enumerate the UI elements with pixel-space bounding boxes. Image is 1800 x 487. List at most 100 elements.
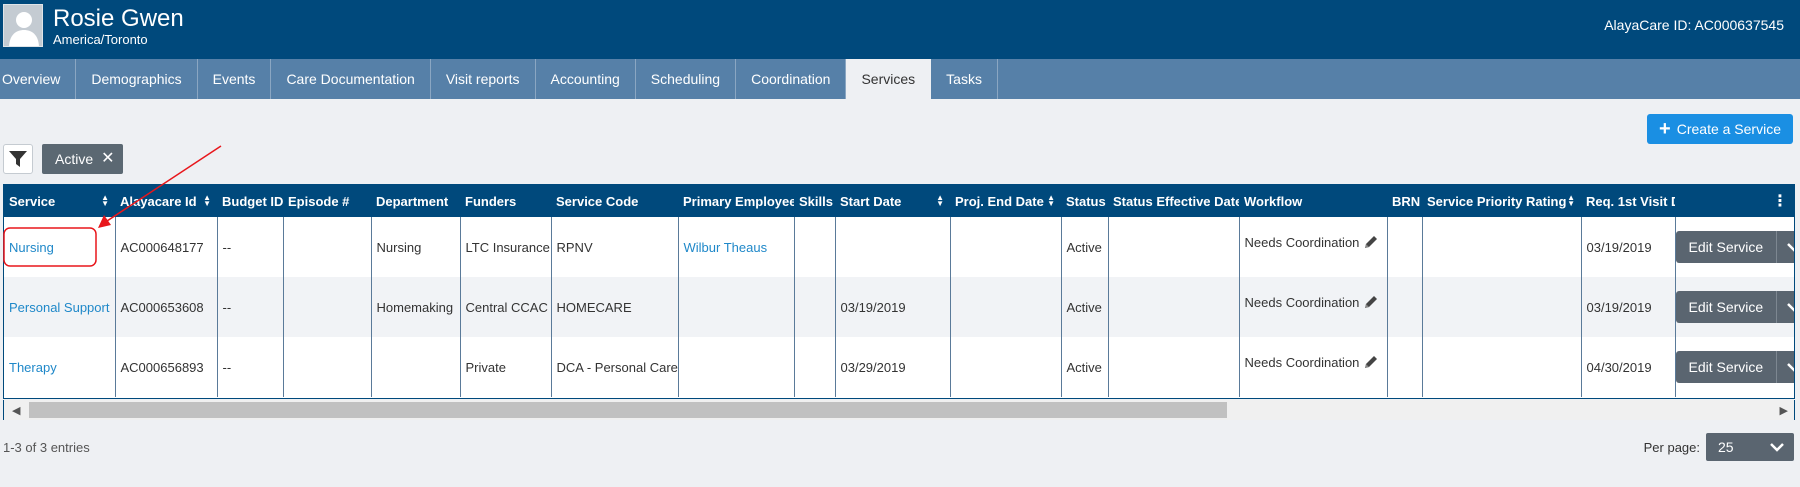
row-actions: Edit Service (1675, 277, 1794, 337)
horizontal-scrollbar[interactable]: ◀ ▶ (3, 400, 1795, 420)
req-first-visit-cell: 03/19/2019 (1581, 217, 1676, 277)
table-row: Personal Support AC000653608 -- Homemaki… (4, 277, 1794, 337)
row-actions: Edit Service (1675, 217, 1794, 277)
episode-cell (283, 337, 372, 397)
edit-service-button[interactable]: Edit Service (1675, 351, 1778, 383)
plus-icon: + (1659, 118, 1671, 140)
column-header-primary-employee: Primary Employee (678, 185, 794, 217)
user-silhouette-icon (4, 5, 42, 46)
remove-filter-icon[interactable]: ✕ (101, 144, 114, 174)
create-service-button[interactable]: + Create a Service (1647, 114, 1793, 144)
sort-icon[interactable]: ▲ ▼ (1567, 194, 1575, 208)
column-header-status: Status (1061, 185, 1108, 217)
budget-id-cell: -- (217, 217, 284, 277)
vertical-dots-icon[interactable]: ⋮ (1772, 193, 1788, 210)
status-effective-date-cell (1108, 337, 1240, 397)
edit-service-button[interactable]: Edit Service (1675, 291, 1778, 323)
table-row: Therapy AC000656893 -- Private DCA - Per… (4, 337, 1794, 397)
alayacare-id-cell: AC000653608 (115, 277, 218, 337)
tab-bar: Overview Demographics Events Care Docume… (0, 59, 1800, 99)
brn-cell (1387, 217, 1423, 277)
per-page-value: 25 (1718, 439, 1734, 455)
edit-service-dropdown[interactable] (1777, 231, 1794, 263)
req-first-visit-cell: 03/19/2019 (1581, 277, 1676, 337)
column-header-actions[interactable]: ⋮ (1675, 185, 1794, 217)
edit-service-button[interactable]: Edit Service (1675, 231, 1778, 263)
skills-cell (794, 337, 836, 397)
pencil-icon[interactable] (1363, 294, 1379, 313)
column-header-req-first-visit[interactable]: Req. 1st Visit D (1581, 185, 1675, 217)
per-page-label: Per page: (1643, 440, 1700, 455)
pencil-icon[interactable] (1363, 234, 1379, 253)
status-cell: Active (1061, 217, 1109, 277)
edit-service-dropdown[interactable] (1777, 351, 1794, 383)
scroll-right-icon[interactable]: ▶ (1780, 404, 1788, 417)
create-service-label: Create a Service (1676, 121, 1781, 137)
budget-id-cell: -- (217, 277, 284, 337)
filter-button[interactable] (3, 144, 33, 174)
department-cell: Homemaking (371, 277, 461, 337)
status-effective-date-cell (1108, 217, 1240, 277)
client-header: Rosie Gwen America/Toronto AlayaCare ID:… (0, 0, 1800, 59)
primary-employee-cell (678, 277, 795, 337)
req-first-visit-cell: 04/30/2019 (1581, 337, 1676, 397)
funders-cell: Central CCAC (460, 277, 552, 337)
primary-employee-link[interactable]: Wilbur Theaus (678, 217, 795, 277)
edit-service-group: Edit Service (1675, 231, 1794, 263)
workflow-cell: Needs Coordination (1239, 217, 1388, 277)
column-header-skills: Skills (794, 185, 835, 217)
sort-icon[interactable]: ▲ ▼ (101, 194, 109, 208)
active-filter-chip: Active ✕ (42, 144, 123, 174)
sort-icon[interactable]: ▲ ▼ (203, 194, 211, 208)
tab-demographics[interactable]: Demographics (76, 59, 198, 99)
status-effective-date-cell (1108, 277, 1240, 337)
tab-events[interactable]: Events (198, 59, 272, 99)
column-header-status-effective-date: Status Effective Date (1108, 185, 1239, 217)
skills-cell (794, 277, 836, 337)
table-header-row: Service ▲ ▼ Alayacare Id ▲ ▼ Budget ID Episo… (4, 185, 1794, 217)
pencil-icon[interactable] (1363, 354, 1379, 373)
service-link[interactable]: Nursing (4, 217, 116, 277)
per-page-select[interactable]: 25 (1706, 433, 1794, 461)
tab-overview[interactable]: Overview (0, 59, 77, 99)
funnel-icon (9, 151, 27, 167)
tab-care-documentation[interactable]: Care Documentation (271, 59, 431, 99)
service-link[interactable]: Personal Support (4, 277, 116, 337)
service-code-cell: HOMECARE (551, 277, 679, 337)
column-header-service[interactable]: Service ▲ ▼ (4, 185, 115, 217)
tab-scheduling[interactable]: Scheduling (636, 59, 737, 99)
service-link[interactable]: Therapy (4, 337, 116, 397)
priority-rating-cell (1422, 217, 1582, 277)
tab-visit-reports[interactable]: Visit reports (431, 59, 536, 99)
start-date-cell: 03/19/2019 (835, 277, 951, 337)
workflow-status: Needs Coordination (1244, 355, 1360, 370)
edit-service-group: Edit Service (1675, 291, 1794, 323)
services-table: Service ▲ ▼ Alayacare Id ▲ ▼ Budget ID Episo… (3, 184, 1795, 399)
edit-service-dropdown[interactable] (1777, 291, 1794, 323)
column-header-alayacare-id[interactable]: Alayacare Id ▲ ▼ (115, 185, 217, 217)
status-cell: Active (1061, 337, 1109, 397)
tab-accounting[interactable]: Accounting (536, 59, 636, 99)
brn-cell (1387, 277, 1423, 337)
column-header-proj-end-date[interactable]: Proj. End Date ▲ ▼ (950, 185, 1061, 217)
scroll-left-icon[interactable]: ◀ (12, 404, 20, 417)
tab-coordination[interactable]: Coordination (736, 59, 847, 99)
sort-icon[interactable]: ▲ ▼ (1047, 194, 1055, 208)
column-header-department: Department (371, 185, 460, 217)
start-date-cell: 03/29/2019 (835, 337, 951, 397)
alayacare-id-cell: AC000648177 (115, 217, 218, 277)
column-header-service-priority-rating[interactable]: Service Priority Rating ▲ ▼ (1422, 185, 1581, 217)
proj-end-date-cell (950, 337, 1062, 397)
avatar[interactable] (3, 4, 43, 47)
skills-cell (794, 217, 836, 277)
alayacare-id-cell: AC000656893 (115, 337, 218, 397)
tab-services[interactable]: Services (846, 59, 932, 99)
chevron-down-icon (1770, 443, 1784, 452)
column-header-start-date[interactable]: Start Date ▲ ▼ (835, 185, 950, 217)
scrollbar-thumb[interactable] (29, 402, 1227, 418)
tab-tasks[interactable]: Tasks (931, 59, 998, 99)
column-header-service-code: Service Code (551, 185, 678, 217)
sort-icon[interactable]: ▲ ▼ (936, 194, 944, 208)
service-code-cell: RPNV (551, 217, 679, 277)
priority-rating-cell (1422, 277, 1582, 337)
